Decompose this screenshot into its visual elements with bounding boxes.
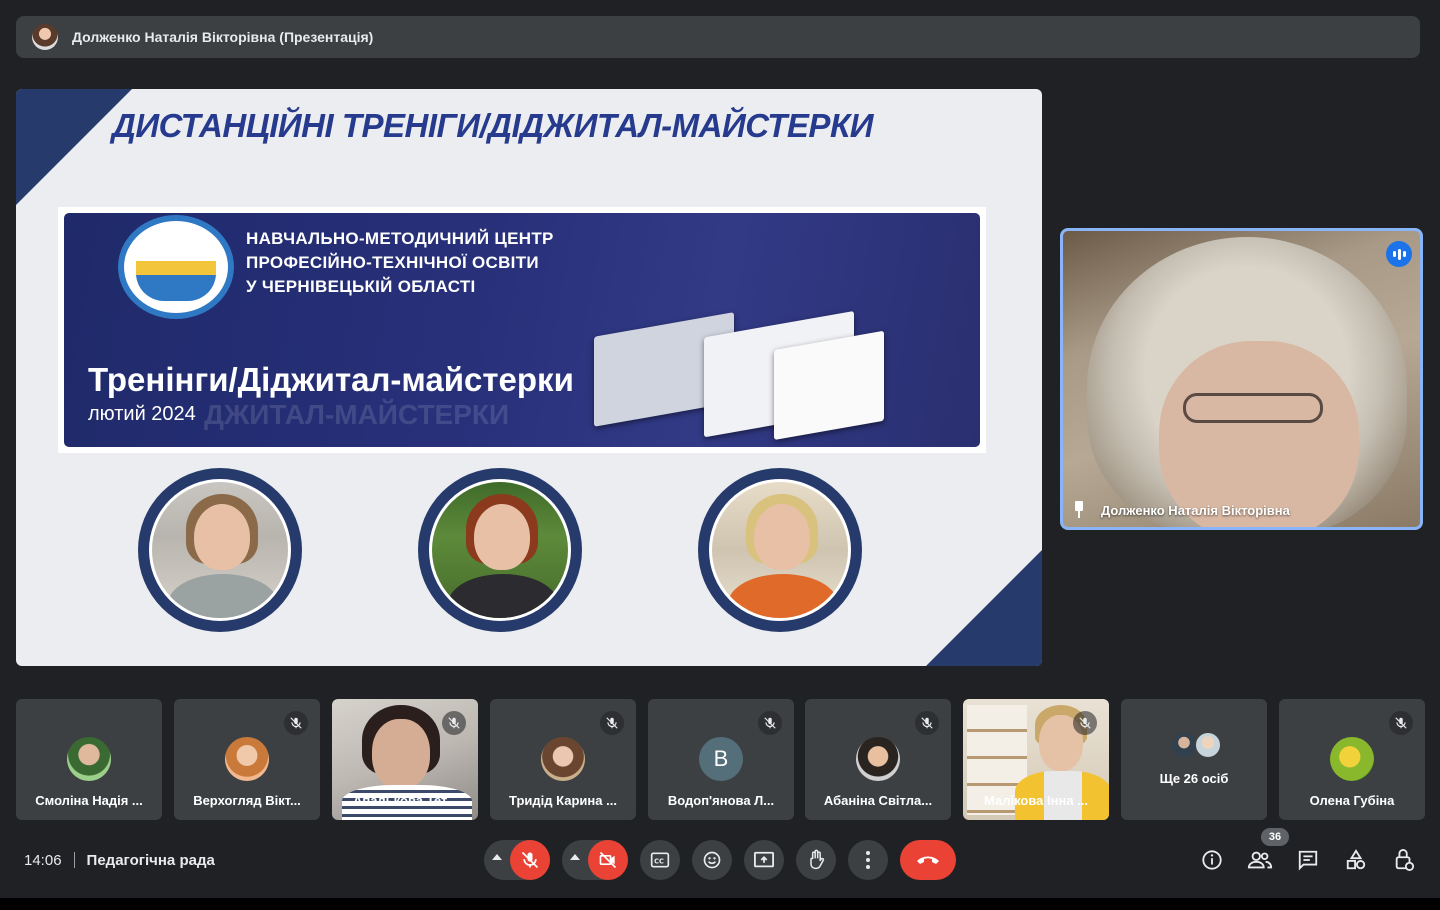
participant-name: Абаніна Світла... [823,793,933,808]
meeting-details: 14:06 Педагогічна рада [24,849,215,871]
people-button[interactable] [1245,846,1275,874]
participant-strip: Смоліна Надія ... Верхогляд Вікт... Апал… [16,699,1425,820]
present-screen-icon [754,851,774,868]
participant-name: Тридід Карина ... [509,793,617,808]
participant-name: Апалькова Тет... [352,793,458,808]
slide-banner-frame: НАВЧАЛЬНО-МЕТОДИЧНИЙ ЦЕНТР ПРОФЕСІЙНО-ТЕ… [58,207,986,453]
organization-line: У ЧЕРНІВЕЦЬКІЙ ОБЛАСТІ [246,277,476,296]
mic-toggle-button[interactable] [510,840,550,880]
activities-button[interactable] [1341,846,1371,874]
organization-line: ПРОФЕСІЙНО-ТЕХНІЧНОЇ ОСВІТИ [246,253,539,272]
chat-button[interactable] [1293,846,1323,874]
camera-off-icon [599,851,617,869]
mic-off-icon [1389,711,1413,735]
leave-call-icon [917,856,939,864]
participant-name: Водоп'янова Л... [667,793,775,808]
captions-icon: CC [650,852,670,868]
participant-name: Малікова Інна ... [983,793,1089,808]
participant-tile[interactable]: Олена Губіна [1279,699,1425,820]
camera-toggle-button[interactable] [588,840,628,880]
meeting-info-button[interactable] [1197,846,1227,874]
mic-off-icon [442,711,466,735]
participant-tile[interactable]: B Водоп'янова Л... [648,699,794,820]
chevron-up-icon[interactable] [492,854,502,860]
mic-off-icon [758,711,782,735]
more-participants-avatars [1166,731,1226,761]
raise-hand-icon [810,849,825,870]
trainer-photo [698,468,862,632]
more-participants-tile[interactable]: Ще 26 осіб [1121,699,1267,820]
speaker-tile[interactable]: Долженко Наталія Вікторівна [1060,228,1423,530]
chat-icon [1298,850,1318,871]
trainer-photo [418,468,582,632]
participant-name: Смоліна Надія ... [35,793,143,808]
participant-tile[interactable]: Абаніна Світла... [805,699,951,820]
presenter-avatar [32,24,58,50]
pin-icon[interactable] [1071,501,1087,519]
divider [73,852,75,868]
svg-text:CC: CC [654,857,664,865]
mic-off-icon [600,711,624,735]
screen-illustration [774,330,884,441]
trainer-photo [138,468,302,632]
chevron-up-icon[interactable] [570,854,580,860]
more-participants-label: Ще 26 осіб [1159,771,1229,786]
mic-off-icon [1073,711,1097,735]
avatar [225,737,269,781]
mic-off-icon [284,711,308,735]
participant-count-badge: 36 [1261,828,1289,846]
participant-tile[interactable]: Смоліна Надія ... [16,699,162,820]
presenter-bar: Долженко Наталія Вікторівна (Презентація… [16,16,1420,58]
mic-off-icon [915,711,939,735]
activities-icon [1346,849,1366,870]
host-controls-button[interactable] [1389,846,1419,874]
meeting-name: Педагогічна рада [86,851,215,869]
more-options-button[interactable] [848,840,888,880]
more-options-icon [866,851,870,869]
speaker-video [1183,393,1323,423]
window-edge [0,898,1440,910]
participant-video [372,719,430,789]
banner-subtitle: лютий 2024 [88,403,196,425]
slide-banner: НАВЧАЛЬНО-МЕТОДИЧНИЙ ЦЕНТР ПРОФЕСІЙНО-ТЕ… [64,213,980,447]
organization-logo-icon [118,215,234,319]
leave-call-button[interactable] [900,840,956,880]
organization-name: НАВЧАЛЬНО-МЕТОДИЧНИЙ ЦЕНТР ПРОФЕСІЙНО-ТЕ… [246,227,554,299]
mic-off-icon [521,851,539,869]
speaker-name-label: Долженко Наталія Вікторівна [1071,501,1290,519]
audio-level-icon [1386,241,1412,267]
speaker-name: Долженко Наталія Вікторівна [1101,502,1290,518]
emoji-icon [703,851,721,869]
presentation-slide: ДИСТАНЦІЙНІ ТРЕНІГИ/ДІДЖИТАЛ-МАЙСТЕРКИ Н… [16,89,1042,666]
current-time: 14:06 [24,851,62,869]
present-button[interactable] [744,840,784,880]
avatar [67,737,111,781]
participant-name: Верхогляд Вікт... [193,793,301,808]
slide-corner-decoration [926,550,1042,666]
banner-title: Тренінги/Діджитал-майстерки [88,361,574,398]
avatar [856,737,900,781]
organization-line: НАВЧАЛЬНО-МЕТОДИЧНИЙ ЦЕНТР [246,229,554,248]
participant-video-tile[interactable]: Апалькова Тет... [332,699,478,820]
host-controls-icon [1395,849,1415,872]
participant-video-tile[interactable]: Малікова Інна ... [963,699,1109,820]
banner-watermark-text: ДЖИТАЛ-МАЙСТЕРКИ [204,399,510,430]
participant-tile[interactable]: Тридід Карина ... [490,699,636,820]
reactions-button[interactable] [692,840,732,880]
info-icon [1202,850,1222,870]
presenter-title: Долженко Наталія Вікторівна (Презентація… [72,29,374,45]
participant-name: Олена Губіна [1309,793,1395,808]
participant-tile[interactable]: Верхогляд Вікт... [174,699,320,820]
captions-button[interactable]: CC [640,840,680,880]
avatar [1330,737,1374,781]
screens-illustration [584,277,884,447]
avatar-initial: B [699,737,743,781]
raise-hand-button[interactable] [796,840,836,880]
avatar [541,737,585,781]
people-icon [1247,851,1273,869]
slide-header: ДИСТАНЦІЙНІ ТРЕНІГИ/ДІДЖИТАЛ-МАЙСТЕРКИ [112,107,873,144]
